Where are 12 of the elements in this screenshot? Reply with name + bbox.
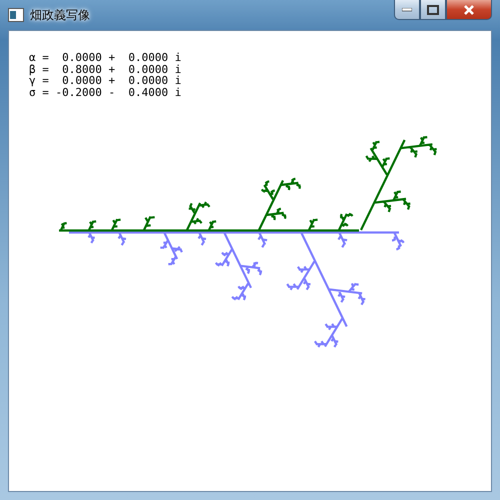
- app-icon: [8, 8, 24, 22]
- parameter-text: β = 0.8000 + 0.0000 i: [29, 64, 182, 75]
- minimize-icon: [402, 8, 412, 12]
- parameter-text: α = 0.0000 + 0.0000 i: [29, 52, 182, 64]
- close-button[interactable]: [446, 0, 492, 20]
- minimize-button[interactable]: [394, 0, 420, 20]
- close-icon: [463, 4, 475, 14]
- window-title: 畑政義写像: [30, 6, 90, 24]
- parameter-text: γ = 0.0000 + 0.0000 i: [29, 75, 182, 86]
- parameter-text: σ = -0.2000 - 0.4000 i: [29, 86, 182, 98]
- maximize-icon: [427, 4, 439, 14]
- maximize-button[interactable]: [420, 0, 446, 20]
